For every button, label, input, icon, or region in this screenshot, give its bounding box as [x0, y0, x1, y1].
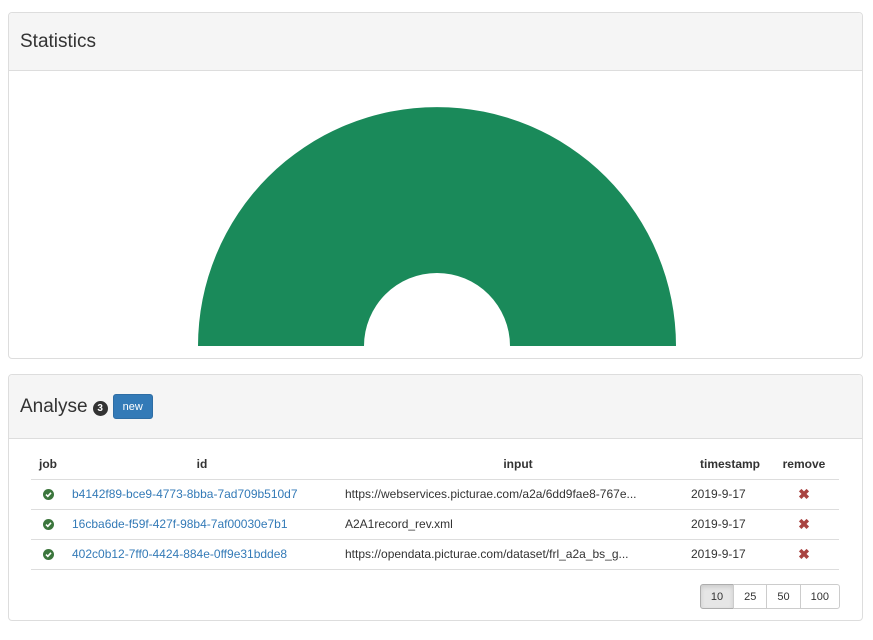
timestamp-cell: 2019-9-17 — [691, 509, 769, 540]
half-doughnut-chart: END — [198, 107, 676, 346]
remove-x-icon[interactable]: ✖ — [798, 516, 810, 532]
analysis-id-link[interactable]: 402c0b12-7ff0-4424-884e-0ff9e31bdde8 — [72, 547, 287, 561]
page-size-25-button[interactable]: 25 — [733, 584, 768, 609]
analyse-panel-heading: Analyse 3 new — [9, 375, 862, 439]
chart-slice-end[interactable] — [198, 107, 676, 346]
column-header-timestamp[interactable]: timestamp — [691, 456, 769, 480]
analyse-title: Analyse — [20, 395, 88, 417]
job-status-cell — [31, 509, 65, 540]
timestamp-cell: 2019-9-17 — [691, 479, 769, 510]
statistics-panel: Statistics END — [8, 12, 863, 359]
input-cell: https://opendata.picturae.com/dataset/fr… — [339, 539, 691, 570]
table-row: 16cba6de-f59f-427f-98b4-7af00030e7b1 A2A… — [31, 509, 839, 540]
analysis-id-link[interactable]: b4142f89-bce9-4773-8bba-7ad709b510d7 — [72, 487, 298, 501]
id-cell: 402c0b12-7ff0-4424-884e-0ff9e31bdde8 — [65, 539, 339, 570]
new-analysis-button[interactable]: new — [112, 394, 153, 419]
remove-x-icon[interactable]: ✖ — [798, 546, 810, 562]
analyse-table: job id input timestamp remove b4142f89-b… — [31, 456, 839, 570]
input-cell: A2A1record_rev.xml — [339, 509, 691, 540]
job-status-cell — [31, 479, 65, 510]
statistics-title: Statistics — [20, 30, 97, 52]
check-circle-icon — [42, 519, 54, 531]
table-header-row: job id input timestamp remove — [31, 456, 839, 480]
page-size-50-button[interactable]: 50 — [766, 584, 801, 609]
id-cell: b4142f89-bce9-4773-8bba-7ad709b510d7 — [65, 479, 339, 510]
remove-x-icon[interactable]: ✖ — [798, 486, 810, 502]
page-size-100-button[interactable]: 100 — [799, 584, 840, 609]
remove-cell: ✖ — [769, 539, 839, 570]
table-row: b4142f89-bce9-4773-8bba-7ad709b510d7 htt… — [31, 479, 839, 510]
remove-cell: ✖ — [769, 479, 839, 510]
check-circle-icon — [42, 489, 54, 501]
remove-cell: ✖ — [769, 509, 839, 540]
statistics-panel-heading: Statistics — [9, 13, 862, 71]
column-header-job[interactable]: job — [31, 456, 65, 480]
column-header-input[interactable]: input — [339, 456, 691, 480]
job-status-cell — [31, 539, 65, 570]
column-header-remove: remove — [769, 456, 839, 480]
table-row: 402c0b12-7ff0-4424-884e-0ff9e31bdde8 htt… — [31, 539, 839, 570]
check-circle-icon — [42, 549, 54, 561]
statistics-chart: END — [9, 71, 862, 358]
id-cell: 16cba6de-f59f-427f-98b4-7af00030e7b1 — [65, 509, 339, 540]
analysis-id-link[interactable]: 16cba6de-f59f-427f-98b4-7af00030e7b1 — [72, 517, 288, 531]
page-size-10-button[interactable]: 10 — [699, 584, 735, 609]
column-header-id[interactable]: id — [65, 456, 339, 480]
page-size-selector: 10 25 50 100 — [699, 584, 840, 609]
input-cell: https://webservices.picturae.com/a2a/6dd… — [339, 479, 691, 510]
analyse-panel: Analyse 3 new job id input timestamp rem… — [8, 374, 863, 621]
timestamp-cell: 2019-9-17 — [691, 539, 769, 570]
analyse-count-badge: 3 — [92, 400, 108, 416]
